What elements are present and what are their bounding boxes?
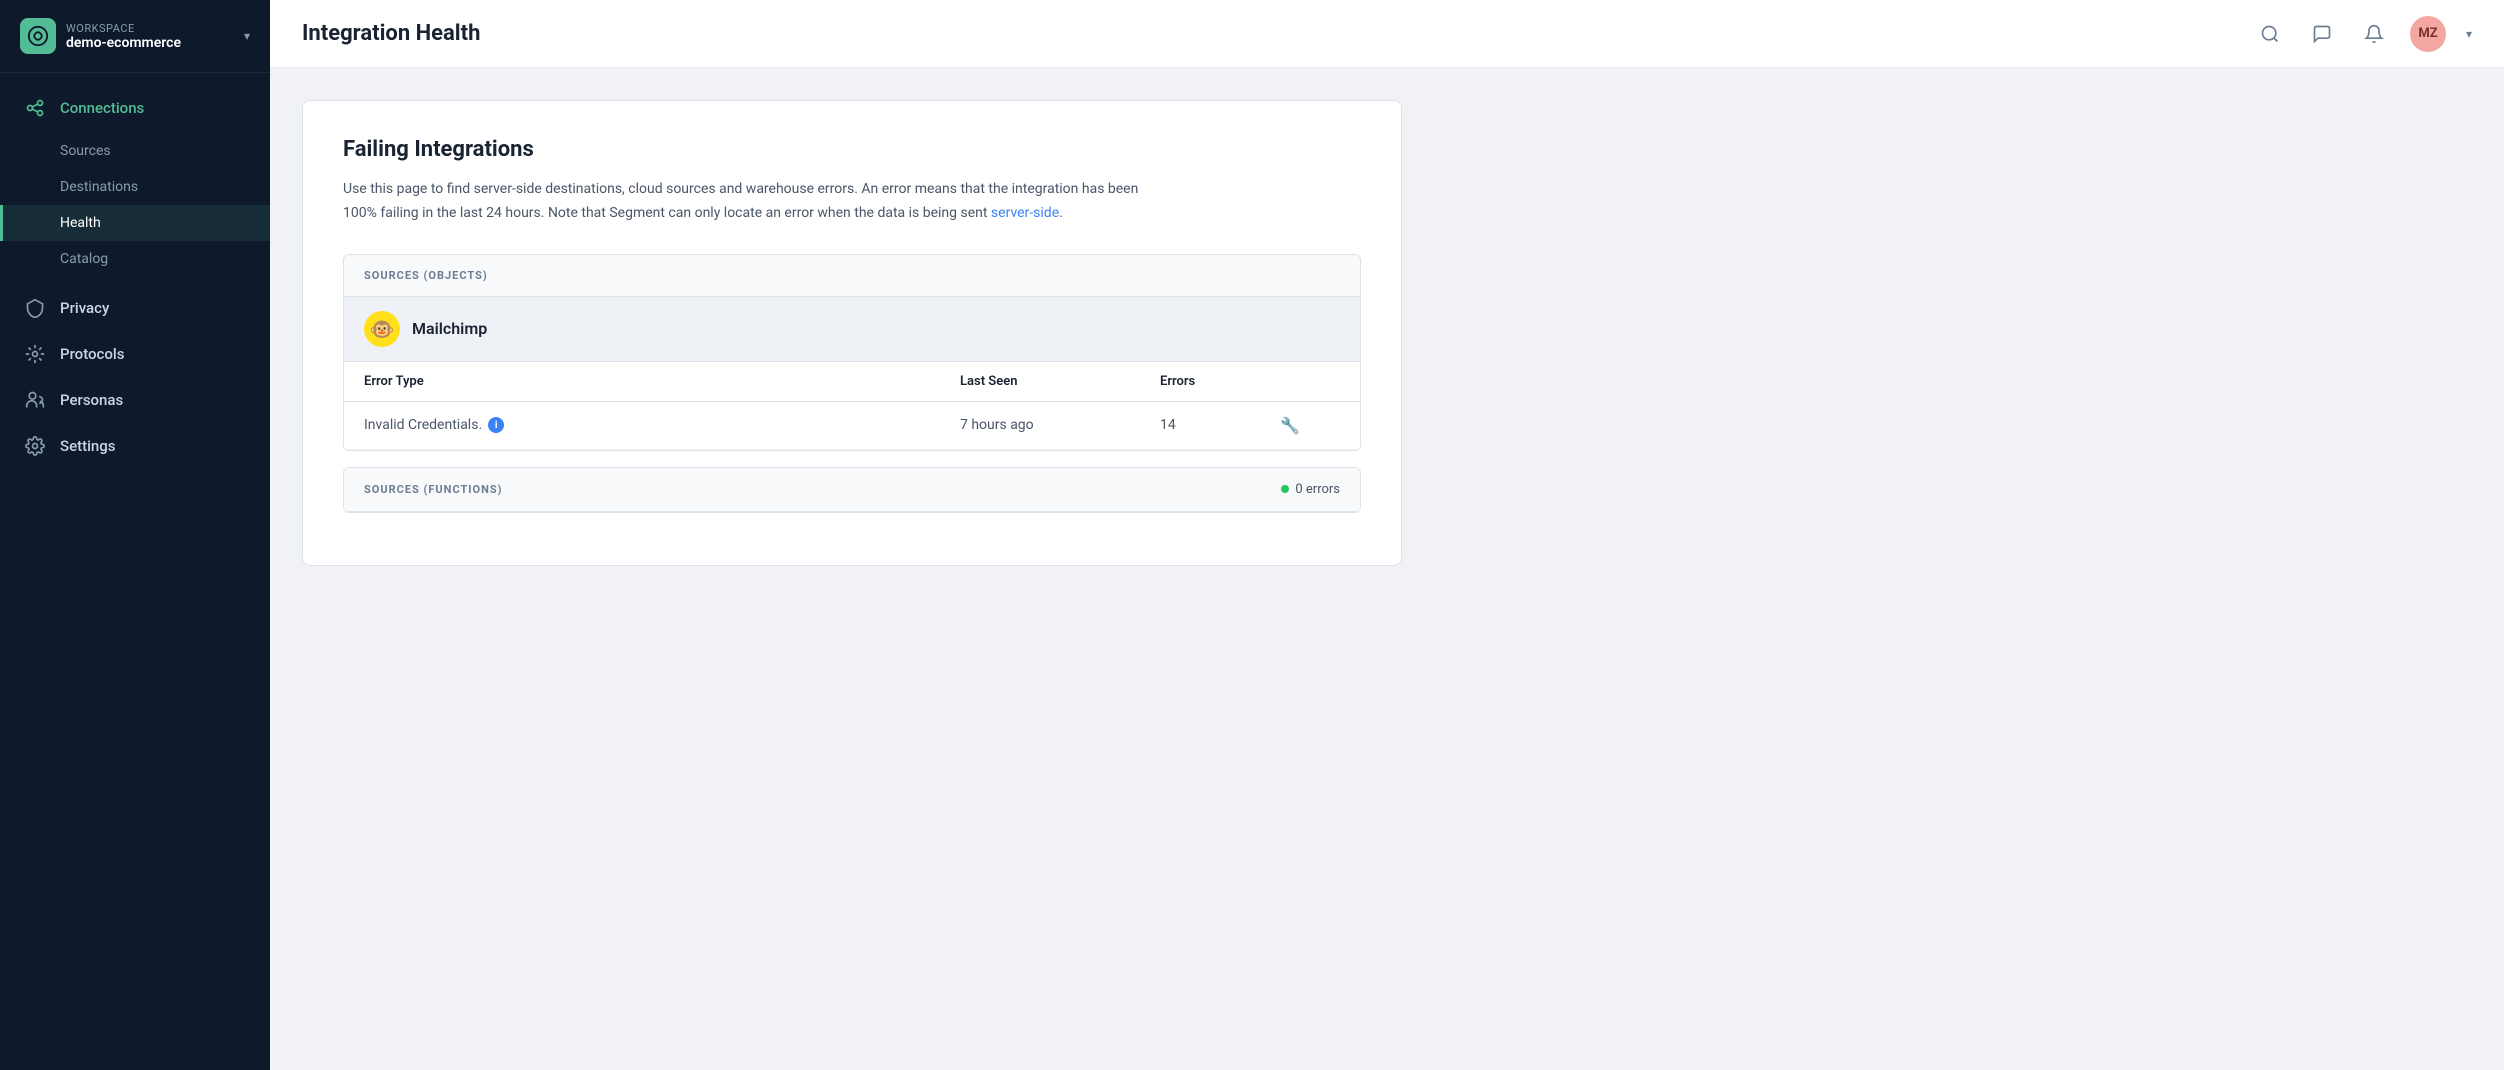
privacy-label: Privacy bbox=[60, 299, 109, 317]
topbar-actions: MZ ▾ bbox=[2254, 16, 2472, 52]
sidebar-item-sources[interactable]: Sources bbox=[0, 133, 270, 169]
connections-icon bbox=[24, 97, 46, 119]
sidebar-item-personas[interactable]: Personas bbox=[0, 377, 270, 423]
sidebar-nav: Connections Sources Destinations Health … bbox=[0, 73, 270, 1070]
workspace-info: Workspace demo-ecommerce bbox=[66, 22, 181, 51]
personas-label: Personas bbox=[60, 391, 123, 409]
sources-functions-header: SOURCES (FUNCTIONS) 0 errors bbox=[344, 468, 1360, 512]
sidebar-logo bbox=[20, 18, 56, 54]
card-title: Failing Integrations bbox=[343, 137, 1361, 162]
sidebar-item-health[interactable]: Health bbox=[0, 205, 270, 241]
mailchimp-integration-row: 🐵 Mailchimp bbox=[344, 297, 1360, 362]
error-type-text: Invalid Credentials. bbox=[364, 417, 482, 433]
error-table-header: Error Type Last Seen Errors bbox=[344, 362, 1360, 402]
connections-label: Connections bbox=[60, 99, 144, 117]
avatar-chevron-icon[interactable]: ▾ bbox=[2466, 27, 2472, 41]
sidebar-item-destinations[interactable]: Destinations bbox=[0, 169, 270, 205]
bell-icon[interactable] bbox=[2358, 18, 2390, 50]
sidebar-item-catalog[interactable]: Catalog bbox=[0, 241, 270, 277]
notifications-chat-icon[interactable] bbox=[2306, 18, 2338, 50]
sources-objects-label: SOURCES (OBJECTS) bbox=[364, 269, 488, 282]
sidebar-item-settings[interactable]: Settings bbox=[0, 423, 270, 469]
settings-label: Settings bbox=[60, 437, 116, 455]
description-text-2: . bbox=[1059, 205, 1063, 221]
info-icon[interactable]: i bbox=[488, 417, 504, 433]
main-content: Integration Health MZ ▾ Fail bbox=[270, 0, 2504, 1070]
card-description: Use this page to find server-side destin… bbox=[343, 178, 1143, 226]
workspace-name: demo-ecommerce bbox=[66, 35, 181, 51]
green-dot-icon bbox=[1281, 485, 1289, 493]
mailchimp-name: Mailchimp bbox=[412, 319, 487, 338]
connections-sub-nav: Sources Destinations Health Catalog bbox=[0, 131, 270, 285]
server-side-link[interactable]: server-side bbox=[991, 205, 1059, 221]
last-seen-cell: 7 hours ago bbox=[960, 417, 1160, 433]
actions-cell: 🔧 bbox=[1280, 416, 1340, 435]
error-type-cell: Invalid Credentials. i bbox=[364, 417, 960, 433]
failing-integrations-card: Failing Integrations Use this page to fi… bbox=[302, 100, 1402, 566]
col-actions bbox=[1280, 374, 1340, 389]
personas-icon bbox=[24, 389, 46, 411]
sidebar-item-privacy[interactable]: Privacy bbox=[0, 285, 270, 331]
settings-icon bbox=[24, 435, 46, 457]
col-error-type: Error Type bbox=[364, 374, 960, 389]
privacy-icon bbox=[24, 297, 46, 319]
workspace-chevron-icon[interactable]: ▾ bbox=[244, 29, 250, 43]
sources-objects-header: SOURCES (OBJECTS) bbox=[344, 255, 1360, 297]
sidebar-item-connections[interactable]: Connections bbox=[0, 85, 270, 131]
sources-functions-status: 0 errors bbox=[1281, 482, 1340, 497]
errors-count-cell: 14 bbox=[1160, 417, 1280, 433]
error-table-row: Invalid Credentials. i 7 hours ago 14 🔧 bbox=[344, 402, 1360, 450]
protocols-label: Protocols bbox=[60, 345, 124, 363]
sources-objects-section: SOURCES (OBJECTS) 🐵 Mailchimp Error Type… bbox=[343, 254, 1361, 451]
topbar: Integration Health MZ ▾ bbox=[270, 0, 2504, 68]
status-text: 0 errors bbox=[1295, 482, 1340, 497]
sidebar-header[interactable]: Workspace demo-ecommerce ▾ bbox=[0, 0, 270, 73]
sources-functions-section: SOURCES (FUNCTIONS) 0 errors bbox=[343, 467, 1361, 513]
col-last-seen: Last Seen bbox=[960, 374, 1160, 389]
avatar[interactable]: MZ bbox=[2410, 16, 2446, 52]
mailchimp-icon: 🐵 bbox=[364, 311, 400, 347]
sources-functions-label: SOURCES (FUNCTIONS) bbox=[364, 483, 503, 496]
search-icon[interactable] bbox=[2254, 18, 2286, 50]
errors-count: 14 bbox=[1160, 417, 1176, 433]
wrench-icon[interactable]: 🔧 bbox=[1280, 416, 1300, 435]
sidebar: Workspace demo-ecommerce ▾ Connections S… bbox=[0, 0, 270, 1070]
page-title: Integration Health bbox=[302, 21, 2238, 46]
protocols-icon bbox=[24, 343, 46, 365]
col-errors: Errors bbox=[1160, 374, 1280, 389]
workspace-label: Workspace bbox=[66, 22, 181, 35]
last-seen-text: 7 hours ago bbox=[960, 417, 1034, 433]
sidebar-item-protocols[interactable]: Protocols bbox=[0, 331, 270, 377]
content-area: Failing Integrations Use this page to fi… bbox=[270, 68, 2504, 1070]
